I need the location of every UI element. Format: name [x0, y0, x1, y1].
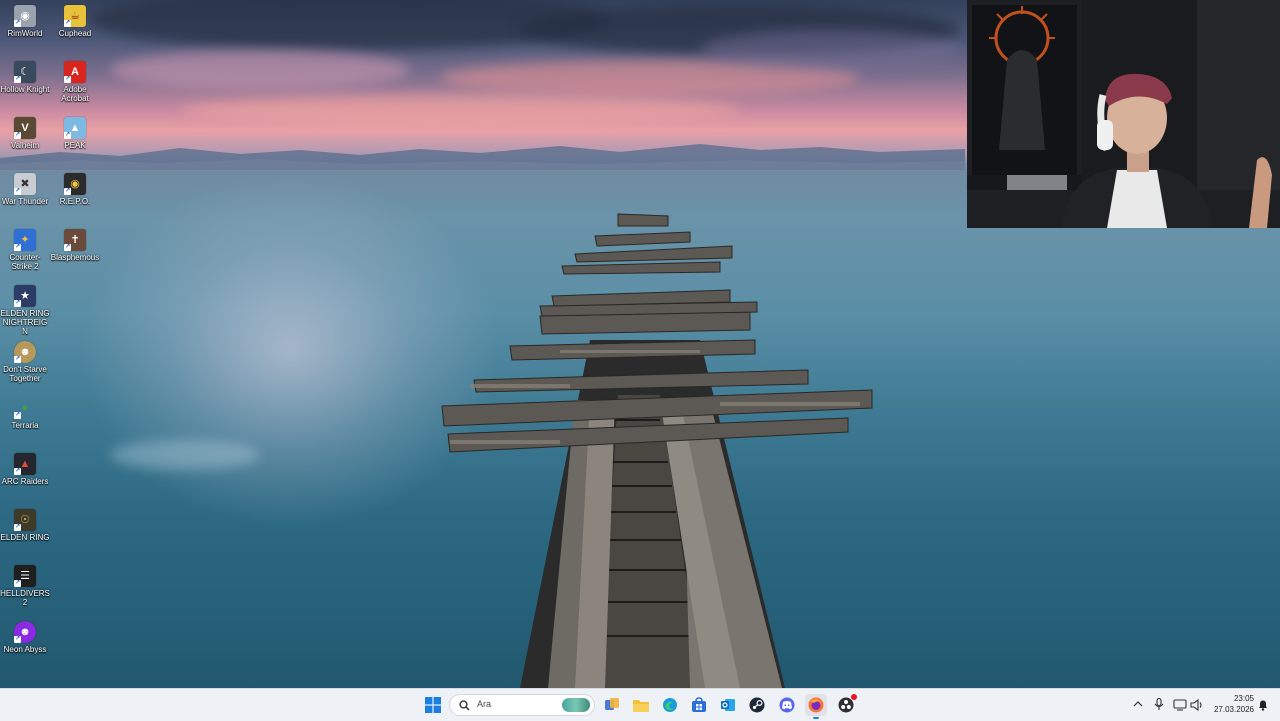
edge-icon — [663, 698, 677, 712]
desktop-icon-neon-abyss[interactable]: ☻ ↗ Neon Abyss — [0, 618, 50, 654]
desktop-icon-valheim[interactable]: V ↗ Valheim — [0, 114, 50, 150]
hollow-knight-icon: ☾ ↗ — [14, 61, 36, 83]
desktop-icon-arc-raiders[interactable]: ▲ ↗ ARC Raiders — [0, 450, 50, 486]
taskbar-app-steam[interactable] — [746, 694, 768, 716]
counter-strike-icon: ✦ ↗ — [14, 229, 36, 251]
taskbar-app-task-view[interactable] — [601, 694, 623, 716]
rimworld-icon: ◉ ↗ — [14, 5, 36, 27]
peak-icon: ▲ ↗ — [64, 117, 86, 139]
valheim-icon: V ↗ — [14, 117, 36, 139]
desktop-icon-nightreign[interactable]: ★ ↗ ELDEN RING NIGHTREIGN — [0, 282, 50, 336]
desktop-icon-blasphemous[interactable]: ✝ ↗ Blasphemous — [50, 226, 100, 262]
taskbar-search-box[interactable]: Ara — [449, 694, 595, 716]
taskbar-app-edge[interactable] — [659, 694, 681, 716]
recording-badge — [851, 694, 857, 700]
clock-date: 27.03.2026 — [1213, 705, 1254, 714]
active-app-indicator — [813, 717, 819, 719]
webcam-overlay — [967, 0, 1280, 228]
microphone-icon[interactable] — [1154, 698, 1164, 711]
taskbar-app-file-explorer[interactable] — [630, 694, 652, 716]
desktop-icon-counter-strike[interactable]: ✦ ↗ Counter-Strike 2 — [0, 226, 50, 271]
taskbar-app-obs[interactable] — [835, 694, 857, 716]
outlook-icon — [721, 699, 735, 711]
desktop-icon-repo[interactable]: ◉ ↗ R.E.P.O. — [50, 170, 100, 206]
helldivers-icon: ☰ ↗ — [14, 565, 36, 587]
desktop-icon-elden-ring[interactable]: ☉ ↗ ELDEN RING — [0, 506, 50, 542]
volume-icon[interactable] — [1190, 699, 1204, 711]
clock-time: 23:05 — [1233, 694, 1254, 703]
elden-ring-icon: ☉ ↗ — [14, 509, 36, 531]
blasphemous-icon: ✝ ↗ — [64, 229, 86, 251]
nightreign-icon: ★ ↗ — [14, 285, 36, 307]
war-thunder-icon: ✖ ↗ — [14, 173, 36, 195]
cuphead-icon: ☕ ↗ — [64, 5, 86, 27]
dont-starve-icon: ☻ ↗ — [14, 341, 36, 363]
firefox-icon — [808, 697, 824, 713]
desktop-icon-dont-starve[interactable]: ☻ ↗ Don't Starve Together — [0, 338, 50, 383]
desktop-icon-war-thunder[interactable]: ✖ ↗ War Thunder — [0, 170, 50, 206]
network-icon[interactable] — [1173, 699, 1187, 711]
task-view-icon — [605, 698, 619, 710]
folder-icon — [633, 700, 649, 712]
taskbar: Ara 23:05 27.03.2026 — [0, 688, 1280, 721]
show-hidden-icons-chevron-up-icon[interactable] — [1133, 700, 1143, 708]
search-label: Ara — [477, 699, 492, 709]
taskbar-app-store[interactable] — [688, 694, 710, 716]
desktop-icon-hollow-knight[interactable]: ☾ ↗ Hollow Knight — [0, 58, 50, 94]
taskbar-app-firefox[interactable] — [805, 694, 827, 719]
windows-logo-icon — [425, 697, 441, 713]
taskbar-app-discord[interactable] — [776, 694, 798, 716]
start-button[interactable] — [422, 694, 444, 716]
acrobat-icon: A ↗ — [64, 61, 86, 83]
arc-raiders-icon: ▲ ↗ — [14, 453, 36, 475]
desktop-icon-cuphead[interactable]: ☕ ↗ Cuphead — [50, 2, 100, 38]
webcam-feed — [967, 0, 1280, 228]
store-icon — [692, 697, 706, 712]
desktop-icon-helldivers[interactable]: ☰ ↗ HELLDIVERS 2 — [0, 562, 50, 607]
taskbar-app-outlook[interactable] — [717, 694, 739, 716]
repo-icon: ◉ ↗ — [64, 173, 86, 195]
steam-icon — [749, 697, 765, 713]
desktop-icon-rimworld[interactable]: ◉ ↗ RimWorld — [0, 2, 50, 38]
discord-icon — [779, 697, 795, 713]
desktop-icon-terraria[interactable]: ● ↗ Terraria — [0, 394, 50, 430]
desktop-icon-peak[interactable]: ▲ ↗ PEAK — [50, 114, 100, 150]
terraria-icon: ● ↗ — [14, 402, 29, 419]
notification-bell-icon[interactable] — [1257, 699, 1269, 711]
search-highlight-image — [562, 698, 590, 712]
neon-abyss-icon: ☻ ↗ — [14, 621, 36, 643]
search-icon — [459, 700, 470, 711]
desktop-icon-adobe-acrobat[interactable]: A ↗ Adobe Acrobat — [50, 58, 100, 103]
taskbar-clock[interactable]: 23:05 27.03.2026 — [1208, 693, 1254, 715]
